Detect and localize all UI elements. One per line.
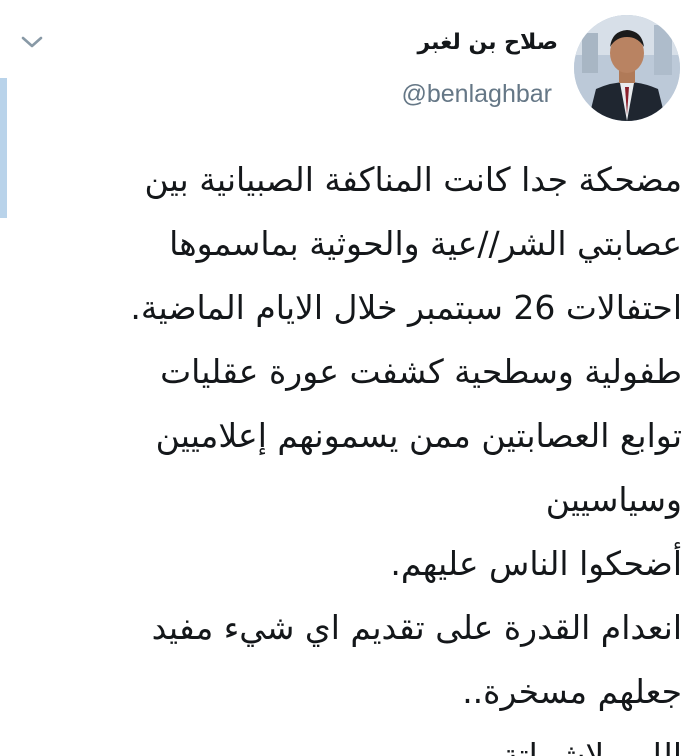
avatar[interactable] (574, 15, 680, 121)
tweet-line: طفولية وسطحية كشفت عورة عقليات (160, 352, 682, 391)
tweet-line: وسياسيين (545, 480, 682, 519)
tweet-line: عصابتي الشر//عية والحوثية بماسموها (169, 224, 682, 263)
user-avatar-icon (574, 15, 680, 121)
tweet-line: احتفالات 26 سبتمبر خلال الايام الماضية. (130, 288, 682, 327)
tweet-line: أضحكوا الناس عليهم. (390, 544, 682, 583)
tweet-line: اللهم لاشماتة (501, 736, 682, 756)
tweet-line: انعدام القدرة على تقديم اي شيء مفيد (151, 608, 682, 647)
author-display-name[interactable]: صلاح بن لغبر (417, 30, 558, 55)
chevron-down-icon[interactable] (18, 32, 46, 52)
tweet-line: جعلهم مسخرة.. (462, 672, 682, 711)
tweet-line: توابع العصابتين ممن يسمونهم إعلاميين (155, 416, 682, 455)
thread-accent-bar (0, 78, 7, 218)
author-handle[interactable]: @benlaghbar (402, 80, 553, 109)
tweet-line: مضحكة جدا كانت المناكفة الصبيانية بين (144, 160, 682, 199)
tweet-text: مضحكة جدا كانت المناكفة الصبيانية بين عص… (42, 148, 682, 756)
